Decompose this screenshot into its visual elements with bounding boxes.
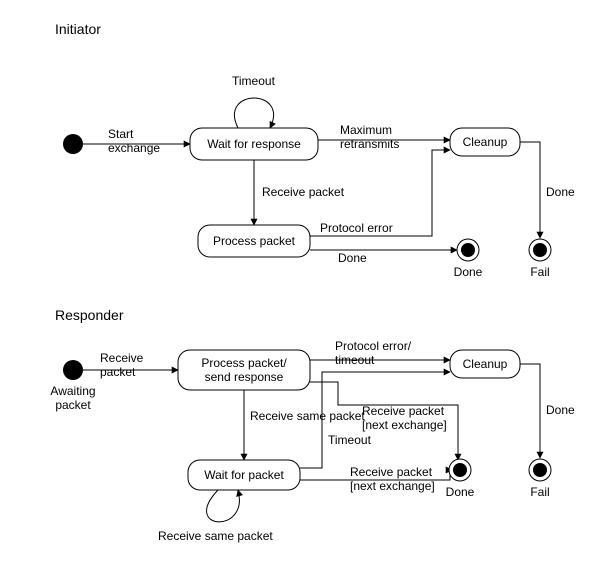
final-fail-initiator-label: Fail xyxy=(530,265,549,279)
state-wait-for-response-label: Wait for response xyxy=(207,137,301,151)
final-fail-responder-label: Fail xyxy=(530,485,549,499)
edge-cleanup-done-responder xyxy=(520,364,540,458)
edge-proto-err-timeout-label: Protocol error/timeout xyxy=(335,339,412,367)
final-done-initiator-label: Done xyxy=(454,265,483,279)
state-cleanup-initiator-label: Cleanup xyxy=(463,135,508,149)
final-fail-responder: Fail xyxy=(529,459,551,499)
edge-recv-same-self xyxy=(207,490,240,522)
state-cleanup-responder-label: Cleanup xyxy=(463,357,508,371)
edge-wait-next-label: Receive packet[next exchange] xyxy=(350,465,435,493)
edge-cleanup-done-responder-label: Done xyxy=(546,403,575,417)
edge-cleanup-done xyxy=(520,142,540,238)
edge-timeout-label: Timeout xyxy=(232,74,276,88)
edge-cleanup-done-label: Done xyxy=(546,185,575,199)
state-wait-for-packet-label: Wait for packet xyxy=(204,468,284,482)
initiator-title: Initiator xyxy=(55,21,101,37)
edge-wait-timeout-label: Timeout xyxy=(328,433,372,447)
edge-process-next-label: Receive packet[next exchange] xyxy=(362,404,447,432)
state-process-packet-label: Process packet xyxy=(213,234,296,248)
edge-recv-same-self-label: Receive same packet xyxy=(158,529,273,543)
responder-section: Responder Awaitingpacket Receivepacket P… xyxy=(50,307,575,543)
responder-start-label: Awaitingpacket xyxy=(50,384,95,412)
edge-start-exchange-label: Startexchange xyxy=(108,127,160,155)
edge-max-retransmits-label: Maximumretransmits xyxy=(340,123,399,151)
edge-responder-recv-label: Receivepacket xyxy=(100,351,144,379)
initiator-start-node xyxy=(63,134,83,154)
edge-protocol-error-label: Protocol error xyxy=(320,221,393,235)
responder-start-node xyxy=(63,360,83,380)
edge-recv-same-down-label: Receive same packet xyxy=(250,409,365,423)
final-fail-initiator: Fail xyxy=(529,239,551,279)
responder-title: Responder xyxy=(55,307,124,323)
edge-process-done-label: Done xyxy=(338,251,367,265)
final-done-responder-label: Done xyxy=(446,485,475,499)
state-process-send-label: Process packet/send response xyxy=(201,356,287,384)
final-done-initiator: Done xyxy=(454,239,483,279)
edge-timeout-self xyxy=(234,98,273,128)
initiator-section: Initiator Startexchange Wait for respons… xyxy=(55,21,575,279)
edge-receive-packet-label: Receive packet xyxy=(262,185,345,199)
